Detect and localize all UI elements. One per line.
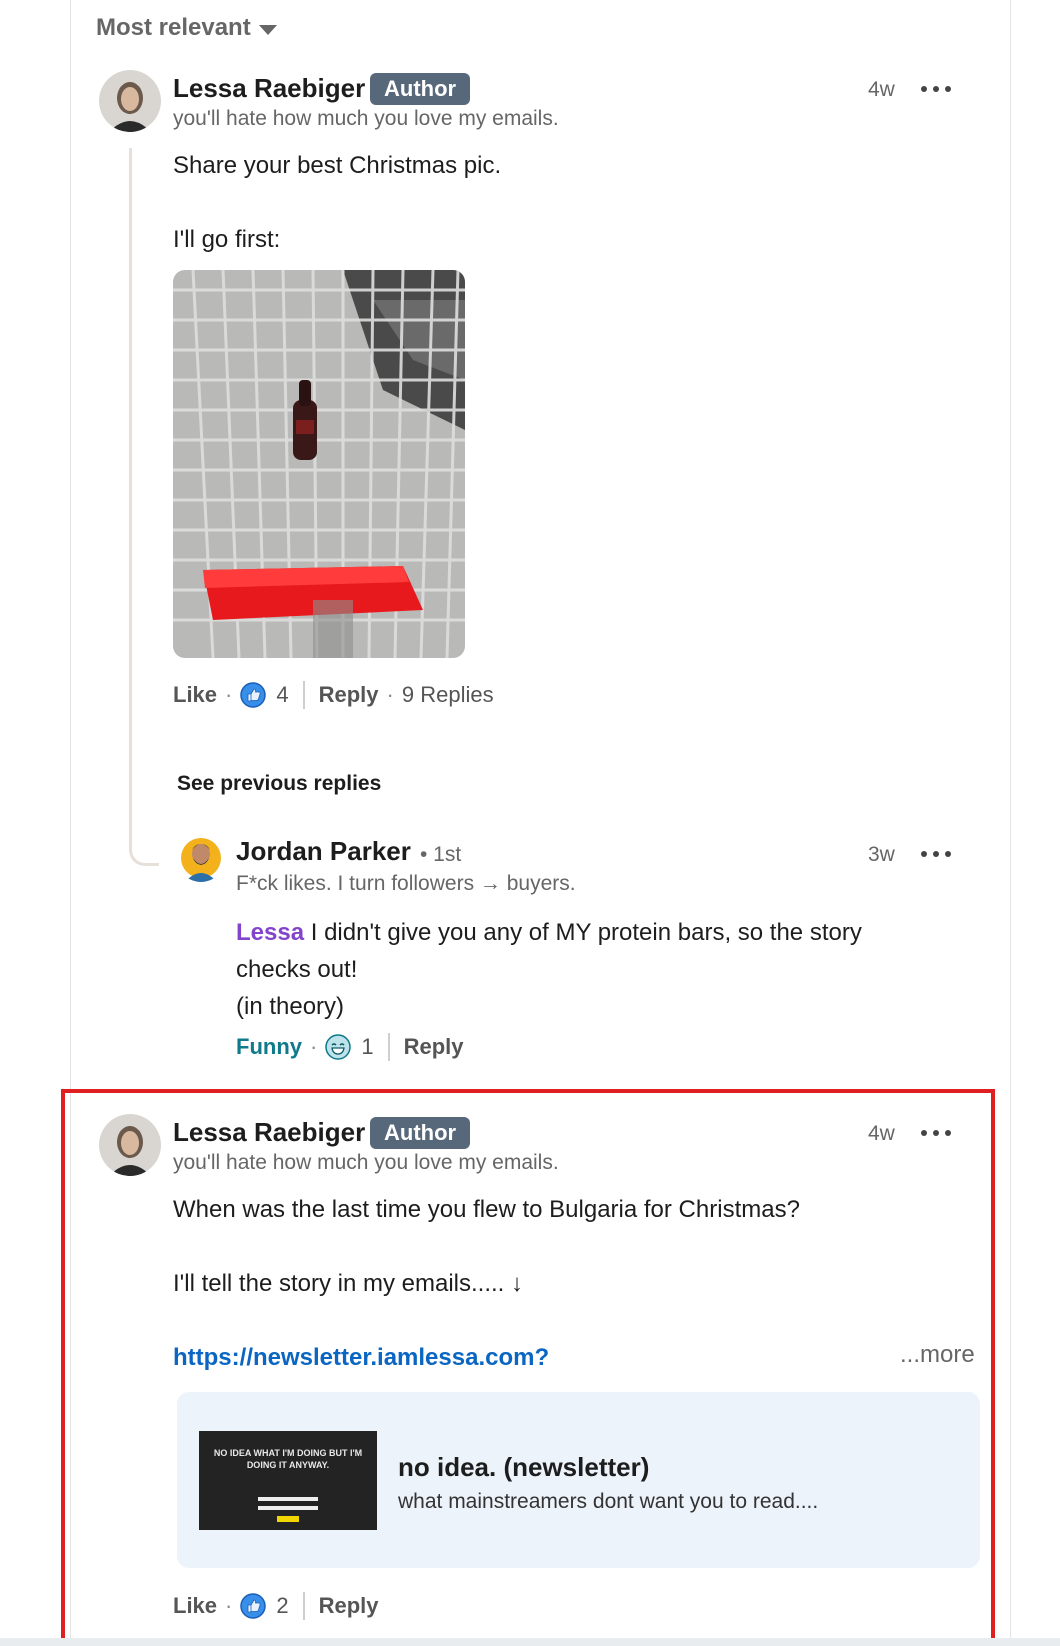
funny-face-icon [325, 1034, 352, 1060]
link-preview-subtitle: what mainstreamers dont want you to read… [398, 1490, 819, 1513]
comment-text-line: I'll go first: [173, 226, 281, 253]
thumbs-up-icon [240, 682, 267, 708]
reply-timestamp: 3w [868, 843, 895, 866]
avatar-jordan[interactable] [177, 834, 225, 882]
comment-actions: Like · 2 Reply [173, 1592, 379, 1620]
avatar-lessa[interactable] [99, 1114, 161, 1176]
comment-actions: Like · 4 Reply · 9 Replies [173, 681, 494, 709]
separator-dot: · [225, 1593, 233, 1618]
comment-author-name[interactable]: Lessa Raebiger [173, 73, 365, 104]
reply-text: Lessa I didn't give you any of MY protei… [236, 914, 956, 1025]
reaction-count[interactable]: 4 [276, 682, 288, 708]
separator-dot: · [310, 1034, 318, 1059]
page-bottom-edge [0, 1638, 1060, 1646]
separator-dot: · [386, 682, 394, 707]
author-headline: you'll hate how much you love my emails. [173, 1151, 559, 1174]
more-options-icon[interactable] [921, 1127, 951, 1139]
reply-button[interactable]: Reply [319, 1593, 379, 1619]
more-options-icon[interactable] [921, 848, 951, 860]
author-badge: Author [370, 73, 471, 105]
author-headline: you'll hate how much you love my emails. [173, 107, 559, 130]
caret-down-icon [258, 24, 277, 35]
link-preview-card[interactable]: NO IDEA WHAT I'M DOING BUT I'M DOING IT … [177, 1392, 980, 1568]
thread-connector [129, 148, 159, 866]
comment-author-name[interactable]: Lessa Raebiger [173, 1117, 365, 1148]
link-preview-title: no idea. (newsletter) [398, 1452, 650, 1482]
reply-text-line: checks out! [236, 956, 358, 983]
reply-button[interactable]: Reply [319, 682, 379, 708]
reply-text-line: (in theory) [236, 993, 345, 1020]
comment-timestamp: 4w [868, 78, 895, 101]
link-preview-thumbnail: NO IDEA WHAT I'M DOING BUT I'M DOING IT … [199, 1431, 377, 1530]
divider [387, 1033, 390, 1061]
more-options-icon[interactable] [921, 83, 951, 95]
divider [302, 681, 305, 709]
avatar-lessa[interactable] [99, 70, 161, 132]
see-previous-replies-button[interactable]: See previous replies [177, 772, 381, 796]
reply-author-name[interactable]: Jordan Parker [236, 836, 411, 867]
reply-actions: Funny · 1 Reply [236, 1033, 464, 1061]
comment-image-shopping-cart[interactable] [173, 270, 465, 658]
comment-text-line: Share your best Christmas pic. [173, 152, 502, 179]
thumbnail-text: NO IDEA WHAT I'M DOING BUT I'M DOING IT … [213, 1448, 363, 1470]
like-button[interactable]: Like [173, 682, 217, 708]
thumbnail-input-field [258, 1506, 318, 1510]
thumbnail-button [277, 1516, 299, 1522]
reaction-count[interactable]: 2 [276, 1593, 288, 1619]
divider [302, 1592, 305, 1620]
reply-button[interactable]: Reply [404, 1034, 464, 1060]
funny-reaction-button[interactable]: Funny [236, 1034, 302, 1060]
reply-text-line: I didn't give you any of MY protein bars… [304, 919, 862, 946]
thumbnail-input-field [258, 1497, 318, 1501]
separator-dot: · [225, 682, 233, 707]
comment-text-line: When was the last time you flew to Bulga… [173, 1196, 800, 1223]
author-badge: Author [370, 1117, 471, 1149]
author-headline: F*ck likes. I turn followers → buyers. [236, 872, 576, 895]
newsletter-link[interactable]: https://newsletter.iamlessa.com? [173, 1339, 549, 1376]
sort-dropdown[interactable]: Most relevant [96, 14, 277, 42]
comment-timestamp: 4w [868, 1122, 895, 1145]
sort-label: Most relevant [96, 14, 251, 41]
mention-lessa[interactable]: Lessa [236, 919, 304, 946]
like-button[interactable]: Like [173, 1593, 217, 1619]
comment-text-line: I'll tell the story in my emails..... ↓ [173, 1270, 524, 1297]
reaction-count[interactable]: 1 [361, 1034, 373, 1060]
see-more-button[interactable]: ...more [900, 1341, 975, 1369]
connection-degree: • 1st [420, 843, 462, 866]
thumbs-up-icon [240, 1593, 267, 1619]
replies-count-link[interactable]: 9 Replies [402, 682, 494, 708]
